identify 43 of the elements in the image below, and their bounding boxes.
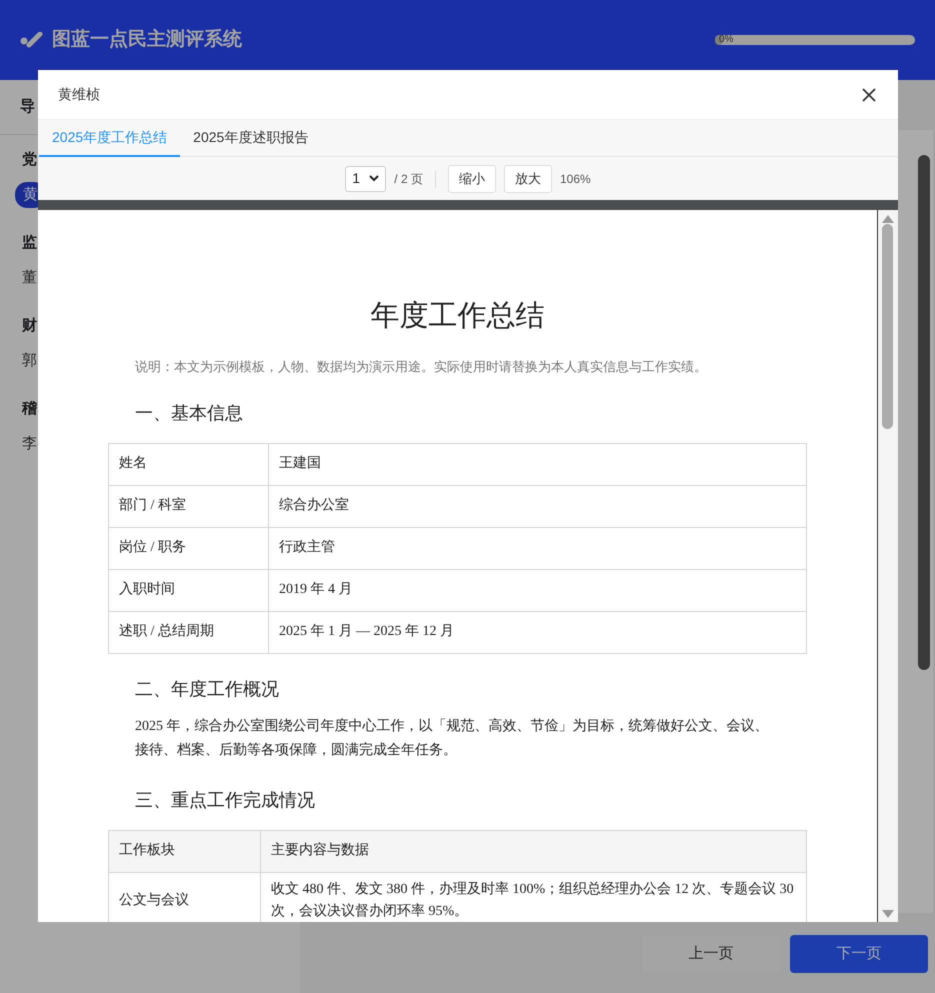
table-cell: 行政主管 (268, 528, 806, 570)
table-cell: 姓名 (108, 444, 268, 486)
table-cell: 王建国 (268, 444, 806, 486)
column-header: 工作板块 (108, 830, 260, 872)
member-item[interactable]: 郭 (22, 348, 37, 374)
page-select[interactable]: 1 (345, 166, 386, 192)
modal-title: 黄维桢 (58, 85, 100, 104)
scrollbar-thumb[interactable] (918, 155, 930, 670)
logo-icon (20, 32, 44, 48)
table-cell: 入职时间 (108, 570, 268, 612)
page-total: / 2 页 (394, 170, 423, 188)
section-heading: 一、基本信息 (135, 402, 244, 425)
section-heading: 三、重点工作完成情况 (135, 788, 316, 812)
column-header: 主要内容与数据 (260, 830, 806, 872)
member-item[interactable]: 董 (22, 264, 37, 291)
table-cell: 2025 年 1 月 — 2025 年 12 月 (268, 612, 806, 654)
group-label: 财 (22, 316, 37, 336)
caret-icon (369, 175, 380, 182)
tab[interactable]: 2025年度述职报告 (180, 120, 322, 157)
group-label: 稽 (22, 399, 37, 419)
paragraph: 2025 年，综合办公室围绕公司年度中心工作，以「规范、高效、节俭」为目标，统筹做好公文、会议、接待、档案、后勤等各项保障，圆满完成全年任务。 (135, 717, 770, 760)
zoom-out-button[interactable]: 缩小 (448, 164, 496, 192)
table-cell: 岗位 / 职务 (108, 528, 268, 570)
scrollbar-thumb[interactable] (882, 224, 893, 429)
document-title: 年度工作总结 (370, 299, 546, 334)
table-cell: 述职 / 总结周期 (108, 612, 268, 654)
section-heading: 二、年度工作概况 (135, 678, 280, 701)
table-cell: 部门 / 科室 (108, 486, 268, 528)
sidebar-heading: 导 (20, 96, 35, 117)
group-label: 党 (22, 150, 37, 170)
document-note: 说明：本文为示例模板，人物、数据均为演示用途。实际使用时请替换为本人真实信息与工作实绩。 (135, 358, 708, 376)
table-cell: 2019 年 4 月 (268, 570, 806, 612)
zoom-level: 106% (560, 170, 591, 188)
scroll-down-icon[interactable] (882, 910, 894, 918)
table-cell: 公文与会议 (108, 872, 260, 922)
next-button[interactable]: 下一页 (790, 935, 928, 973)
group-label: 监 (22, 233, 37, 253)
progress-text: 0% (719, 33, 734, 47)
app-title: 图蓝一点民主测评系统 (52, 28, 242, 52)
zoom-in-button[interactable]: 放大 (504, 164, 552, 192)
table-cell: 综合办公室 (268, 486, 806, 528)
close-button[interactable] (860, 86, 878, 104)
member-item[interactable]: 李 (22, 430, 37, 457)
